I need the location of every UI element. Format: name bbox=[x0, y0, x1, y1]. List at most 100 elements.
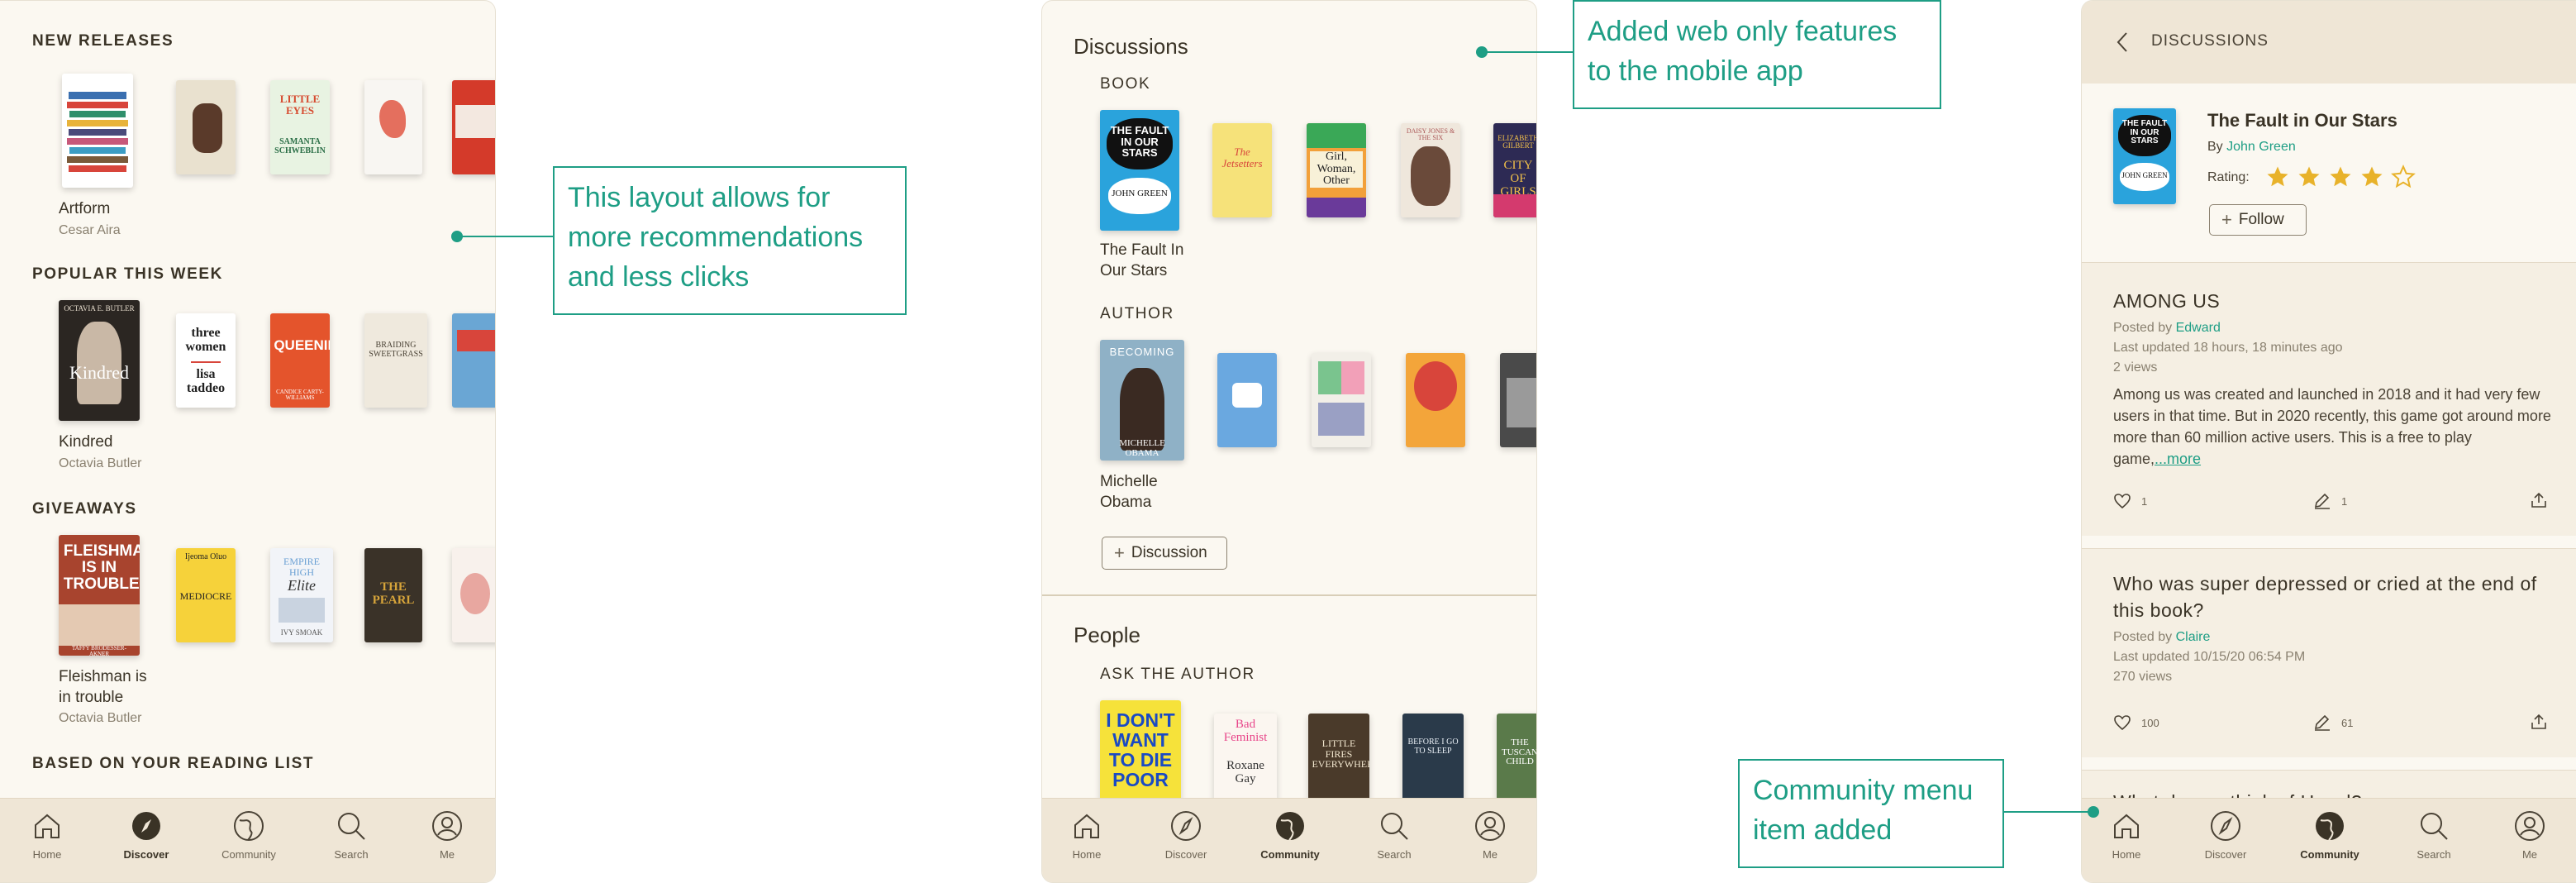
book-cover-artform[interactable] bbox=[62, 74, 133, 188]
star-icon[interactable] bbox=[2265, 165, 2290, 189]
search-icon bbox=[338, 813, 365, 840]
book-cover-fear-loathing[interactable] bbox=[1406, 353, 1465, 447]
thread-updated: Last updated 10/15/20 06:54 PM bbox=[2113, 650, 2306, 664]
book-cover-vanity[interactable] bbox=[176, 80, 236, 174]
book-cover-partial-red[interactable] bbox=[452, 80, 495, 174]
read-more-link[interactable]: ...more bbox=[2155, 451, 2201, 467]
book-cover-partial-pink[interactable] bbox=[452, 548, 495, 642]
book-cover-mediocre[interactable]: Ijeoma Oluo MEDIOCRE bbox=[176, 548, 236, 642]
tab-search[interactable]: Search bbox=[2401, 809, 2467, 861]
book-cover-bw-partial[interactable] bbox=[1500, 353, 1536, 447]
tab-bar: Home Discover Community Search Me bbox=[0, 798, 495, 882]
tab-search[interactable]: Search bbox=[1361, 809, 1427, 861]
follow-button[interactable]: + Follow bbox=[2209, 204, 2307, 236]
book-cover-yes[interactable] bbox=[1217, 353, 1277, 447]
home-icon bbox=[1074, 814, 1099, 838]
back-chevron-icon[interactable] bbox=[2113, 30, 2133, 55]
book-cover-three-women[interactable]: three women lisa taddeo bbox=[176, 313, 236, 408]
comment-action[interactable]: 1 bbox=[2313, 493, 2347, 509]
book-cover-the-pearl[interactable]: THE PEARL bbox=[364, 548, 422, 642]
book-cover-tfios-detail[interactable]: THE FAULT IN OUR STARS JOHN GREEN bbox=[2113, 108, 2176, 204]
star-icon[interactable] bbox=[2391, 165, 2416, 189]
poster-link[interactable]: Edward bbox=[2176, 321, 2221, 335]
tab-discover[interactable]: Discover bbox=[1153, 809, 1219, 861]
book-cover-chicken[interactable] bbox=[364, 80, 422, 174]
tab-me[interactable]: Me bbox=[2497, 809, 2563, 861]
ask-the-author-label: ASK THE AUTHOR bbox=[1100, 666, 1255, 683]
book-cover-i-dont-want-to-die-poor[interactable]: I DON'T WANT TO DIE POOR bbox=[1100, 700, 1181, 808]
divider bbox=[1042, 594, 1536, 596]
star-icon[interactable] bbox=[2359, 165, 2384, 189]
like-action[interactable]: 1 bbox=[2113, 493, 2147, 509]
community-author-name[interactable]: Michelle Obama bbox=[1100, 472, 1183, 513]
book-title-artform[interactable]: Artform bbox=[59, 199, 110, 220]
tab-home[interactable]: Home bbox=[1054, 809, 1120, 861]
thread-title[interactable]: Who was super depressed or cried at the … bbox=[2113, 570, 2561, 623]
share-icon[interactable] bbox=[2530, 491, 2548, 509]
book-cover-becoming[interactable]: BECOMING MICHELLE OBAMA bbox=[1100, 340, 1184, 461]
search-icon bbox=[2421, 813, 2448, 840]
author-label: AUTHOR bbox=[1100, 305, 1174, 322]
discussions-header-title: DISCUSSIONS bbox=[2151, 32, 2269, 50]
comment-action[interactable]: 61 bbox=[2313, 714, 2353, 731]
book-author-kindred[interactable]: Octavia Butler bbox=[59, 456, 141, 473]
tab-discover[interactable]: Discover bbox=[113, 809, 179, 861]
star-icon[interactable] bbox=[2297, 165, 2321, 189]
book-cover-little-fires[interactable]: LITTLE FIRES EVERYWHERE bbox=[1308, 714, 1369, 808]
pencil-icon bbox=[2314, 714, 2330, 731]
book-cover-little-eyes[interactable]: LITTLE EYES SAMANTA SCHWEBLIN bbox=[270, 80, 330, 174]
thread-card[interactable]: Who was super depressed or cried at the … bbox=[2082, 548, 2576, 757]
section-reading-list: BASED ON YOUR READING LIST bbox=[32, 755, 315, 772]
section-popular: POPULAR THIS WEEK bbox=[32, 265, 223, 283]
thread-title[interactable]: AMONG US bbox=[2113, 288, 2220, 314]
book-cover-jetsetters[interactable]: The Jetsetters bbox=[1212, 123, 1272, 217]
book-cover-tuscan-child[interactable]: THE TUSCAN CHILD bbox=[1497, 714, 1536, 808]
book-cover-partial-blue[interactable] bbox=[452, 313, 495, 408]
tab-search[interactable]: Search bbox=[318, 809, 384, 861]
discussions-header: DISCUSSIONS bbox=[2082, 1, 2576, 84]
tab-home[interactable]: Home bbox=[14, 809, 80, 861]
community-book-title[interactable]: The Fault In Our Stars bbox=[1100, 241, 1199, 281]
callout-line-web-features bbox=[1482, 51, 1574, 53]
thread-card[interactable]: AMONG US Posted by Edward Last updated 1… bbox=[2082, 262, 2576, 536]
poster-link[interactable]: Claire bbox=[2176, 630, 2211, 644]
book-cover-queenie[interactable]: QUEENIE CANDICE CARTY-WILLIAMS bbox=[270, 313, 330, 408]
book-cover-city-of-girls[interactable]: ELIZABETH GILBERT CITY OF GIRLS bbox=[1493, 123, 1536, 217]
tab-me[interactable]: Me bbox=[1457, 809, 1523, 861]
book-cover-girl-woman-other[interactable]: Girl, Woman, Other bbox=[1307, 123, 1366, 217]
thread-views: 2 views bbox=[2113, 360, 2158, 375]
book-cover-daisy-jones[interactable]: DAISY JONES & THE SIX bbox=[1401, 123, 1460, 217]
tab-community[interactable]: Community bbox=[216, 809, 282, 861]
tab-discover[interactable]: Discover bbox=[2193, 809, 2259, 861]
like-action[interactable]: 100 bbox=[2113, 714, 2159, 731]
tab-home[interactable]: Home bbox=[2093, 809, 2159, 861]
book-title-fleishman[interactable]: Fleishman is in trouble bbox=[59, 667, 150, 708]
home-icon bbox=[35, 814, 60, 838]
tab-bar: Home Discover Community Search Me bbox=[1042, 798, 1536, 882]
star-rating[interactable] bbox=[2265, 165, 2422, 193]
book-cover-fleishman[interactable]: FLEISHMAN IS IN TROUBLE TAFFY BRODESSER-… bbox=[59, 535, 140, 656]
star-icon[interactable] bbox=[2328, 165, 2353, 189]
tab-community[interactable]: Community bbox=[1257, 809, 1323, 861]
book-author-fleishman[interactable]: Octavia Butler bbox=[59, 710, 141, 728]
book-cover-bad-feminist[interactable]: Bad Feminist Roxane Gay bbox=[1214, 714, 1277, 808]
new-discussion-button[interactable]: + Discussion bbox=[1102, 537, 1227, 570]
thread-updated: Last updated 18 hours, 18 minutes ago bbox=[2113, 341, 2343, 355]
community-screen: Discussions BOOK THE FAULT IN OUR STARS … bbox=[1041, 0, 1537, 883]
detail-book-title: The Fault in Our Stars bbox=[2207, 110, 2397, 131]
plus-icon: + bbox=[1114, 542, 1125, 563]
tab-community[interactable]: Community bbox=[2297, 809, 2363, 861]
book-cover-braiding[interactable]: BRAIDING SWEETGRASS bbox=[364, 313, 427, 408]
user-icon bbox=[2515, 811, 2545, 841]
book-cover-empire-high[interactable]: EMPIRE HIGH Elite IVY SMOAK bbox=[270, 548, 333, 642]
book-author-artform[interactable]: Cesar Aira bbox=[59, 222, 121, 240]
book-cover-tfios[interactable]: THE FAULT IN OUR STARS JOHN GREEN bbox=[1100, 110, 1179, 231]
share-icon[interactable] bbox=[2530, 713, 2548, 731]
book-cover-kindred[interactable]: OCTAVIA E. BUTLER Kindred bbox=[59, 300, 140, 421]
search-icon bbox=[1381, 813, 1408, 840]
book-title-kindred[interactable]: Kindred bbox=[59, 432, 113, 453]
book-cover-pastel[interactable] bbox=[1312, 353, 1371, 447]
tab-me[interactable]: Me bbox=[414, 809, 480, 861]
book-cover-before-i-go[interactable]: BEFORE I GO TO SLEEP bbox=[1402, 714, 1464, 808]
author-link[interactable]: John Green bbox=[2226, 140, 2296, 154]
